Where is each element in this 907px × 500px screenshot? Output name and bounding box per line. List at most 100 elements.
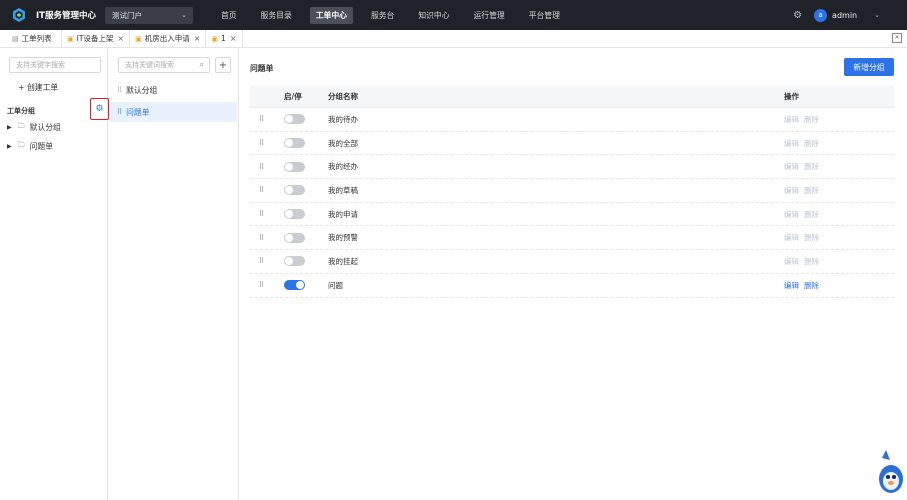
caret-right-icon[interactable]: ▶ — [7, 124, 12, 131]
drag-handle-icon[interactable]: ⠿ — [250, 163, 284, 171]
group-name: 我的待办 — [328, 114, 358, 124]
edit-button[interactable]: 编辑 — [784, 185, 799, 196]
nav-item-5[interactable]: 运行管理 — [468, 7, 511, 24]
main-nav: 首页 服务目录 工单中心 服务台 知识中心 运行管理 平台管理 — [215, 0, 578, 30]
edit-button[interactable]: 编辑 — [784, 280, 799, 291]
table-row: ⠿ 我的全部 编辑 删除 — [250, 132, 894, 156]
table-header: 启/停 分组名称 操作 — [250, 86, 894, 108]
tab-ticket-list[interactable]: ▤ 工单列表 — [0, 29, 62, 48]
group-search-input[interactable]: 支持关键词搜索 ⌕ — [118, 57, 210, 73]
delete-button[interactable]: 删除 — [804, 161, 819, 172]
drag-handle-icon[interactable]: ⠿ — [250, 257, 284, 265]
user-name[interactable]: admin — [832, 11, 857, 20]
group-item-problem[interactable]: ⠿ 问题单 — [109, 102, 237, 122]
drag-handle-icon[interactable]: ⠿ — [250, 186, 284, 194]
settings-gear-icon[interactable]: ⚙ — [793, 10, 802, 21]
edit-button[interactable]: 编辑 — [784, 161, 799, 172]
table-row: ⠿ 我的待办 编辑 删除 — [250, 108, 894, 132]
tab-label: 工单列表 — [21, 34, 52, 43]
enable-toggle[interactable] — [284, 138, 305, 149]
enable-toggle[interactable] — [284, 161, 305, 172]
table-row: ⠿ 问题 编辑 删除 — [250, 274, 894, 298]
enable-toggle[interactable] — [284, 114, 305, 125]
drag-handle-icon[interactable]: ⠿ — [250, 210, 284, 218]
group-table: 启/停 分组名称 操作 ⠿ 我的待办 编辑 删除 ⠿ 我的全部 编辑 删除 ⠿ 我的经办 编辑 删除 ⠿… — [250, 86, 894, 298]
group-settings-gear-icon[interactable]: ⚙ — [90, 98, 109, 120]
delete-button[interactable]: 删除 — [804, 232, 819, 243]
drag-handle-icon[interactable]: ⠿ — [250, 139, 284, 147]
delete-button[interactable]: 删除 — [804, 185, 819, 196]
delete-button[interactable]: 删除 — [804, 209, 819, 220]
nav-item-3[interactable]: 服务台 — [365, 7, 400, 24]
drag-handle-icon[interactable]: ⠿ — [117, 108, 122, 116]
drag-handle-icon[interactable]: ⠿ — [250, 281, 284, 289]
tab-label: IT设备上架 — [76, 34, 114, 43]
sidebar-search-input[interactable]: 支持关键字搜索 — [9, 57, 101, 73]
table-row: ⠿ 我的草稿 编辑 删除 — [250, 179, 894, 203]
nav-item-4[interactable]: 知识中心 — [412, 7, 455, 24]
avatar[interactable]: a — [814, 8, 828, 22]
table-row: ⠿ 我的经办 编辑 删除 — [250, 155, 894, 180]
tab-label: 机房出入申请 — [144, 34, 190, 43]
delete-button[interactable]: 删除 — [804, 138, 819, 149]
delete-button[interactable]: 删除 — [804, 114, 819, 125]
chevron-down-icon: ⌄ — [181, 10, 187, 19]
edit-button[interactable]: 编辑 — [784, 138, 799, 149]
nav-item-6[interactable]: 平台管理 — [523, 7, 566, 24]
tree-item-default-group[interactable]: ▶ 🗀 默认分组 — [7, 122, 61, 133]
collapse-icon[interactable]: ✕ — [892, 33, 902, 43]
close-icon[interactable]: × — [117, 34, 124, 43]
folder-icon: ▣ — [135, 34, 142, 43]
nav-item-1[interactable]: 服务目录 — [255, 7, 298, 24]
tab-it-device[interactable]: ▣ IT设备上架 × — [62, 29, 131, 48]
section-title: 工单分组 — [7, 107, 35, 115]
group-item-label: 默认分组 — [126, 85, 158, 95]
nav-item-2[interactable]: 工单中心 — [309, 6, 353, 24]
edit-button[interactable]: 编辑 — [784, 256, 799, 267]
enable-toggle[interactable] — [284, 256, 305, 267]
enable-toggle[interactable] — [284, 280, 305, 291]
column-header-name: 分组名称 — [328, 92, 358, 101]
left-sidebar: 支持关键字搜索 + 创建工单 工单分组 ⚙ ▶ 🗀 默认分组 ▶ 🗀 问题单 — [0, 49, 109, 500]
enable-toggle[interactable] — [284, 209, 305, 220]
caret-right-icon[interactable]: ▶ — [7, 143, 12, 150]
add-group-plus-button[interactable]: + — [215, 57, 231, 73]
top-navbar: IT服务管理中心 测试门户 ⌄ 首页 服务目录 工单中心 服务台 知识中心 运行管理 平台管… — [0, 0, 907, 30]
group-item-label: 问题单 — [126, 107, 150, 117]
delete-button[interactable]: 删除 — [804, 256, 819, 267]
edit-button[interactable]: 编辑 — [784, 232, 799, 243]
chevron-down-icon[interactable]: ⌄ — [874, 11, 880, 19]
document-icon: ▤ — [12, 34, 19, 43]
edit-button[interactable]: 编辑 — [784, 114, 799, 125]
close-icon[interactable]: × — [230, 34, 237, 43]
tab-label: 1 — [221, 34, 226, 43]
assistant-mascot-icon[interactable] — [876, 446, 906, 496]
nav-item-0[interactable]: 首页 — [215, 7, 243, 24]
edit-button[interactable]: 编辑 — [784, 209, 799, 220]
group-name: 问题 — [328, 280, 343, 290]
delete-button[interactable]: 删除 — [804, 280, 819, 291]
group-list-panel: 支持关键词搜索 ⌕ + ⠿ 默认分组 ⠿ 问题单 — [109, 49, 239, 500]
create-ticket-button[interactable]: + 创建工单 — [18, 82, 58, 93]
folder-icon: 🗀 — [17, 122, 25, 130]
page-title: 问题单 — [250, 64, 274, 73]
tree-item-label: 默认分组 — [29, 123, 61, 132]
tab-room-access[interactable]: ▣ 机房出入申请 × — [130, 29, 207, 48]
group-name: 我的草稿 — [328, 185, 358, 195]
enable-toggle[interactable] — [284, 232, 305, 243]
column-header-toggle: 启/停 — [284, 92, 302, 101]
tree-item-label: 问题单 — [29, 142, 54, 151]
drag-handle-icon[interactable]: ⠿ — [117, 86, 122, 94]
group-name: 我的全部 — [328, 138, 358, 148]
enable-toggle[interactable] — [284, 185, 305, 196]
group-item-default[interactable]: ⠿ 默认分组 — [109, 80, 237, 100]
tab-1[interactable]: ▣ 1 × — [206, 29, 243, 48]
portal-select[interactable]: 测试门户 ⌄ — [104, 6, 193, 24]
table-row: ⠿ 我的申请 编辑 删除 — [250, 203, 894, 227]
main-content: 问题单 新增分组 启/停 分组名称 操作 ⠿ 我的待办 编辑 删除 ⠿ 我的全部 编辑 删除 ⠿… — [240, 49, 907, 500]
tree-item-problem[interactable]: ▶ 🗀 问题单 — [7, 141, 53, 152]
close-icon[interactable]: × — [194, 34, 201, 43]
add-group-button[interactable]: 新增分组 — [844, 58, 894, 76]
drag-handle-icon[interactable]: ⠿ — [250, 234, 284, 242]
drag-handle-icon[interactable]: ⠿ — [250, 115, 284, 123]
